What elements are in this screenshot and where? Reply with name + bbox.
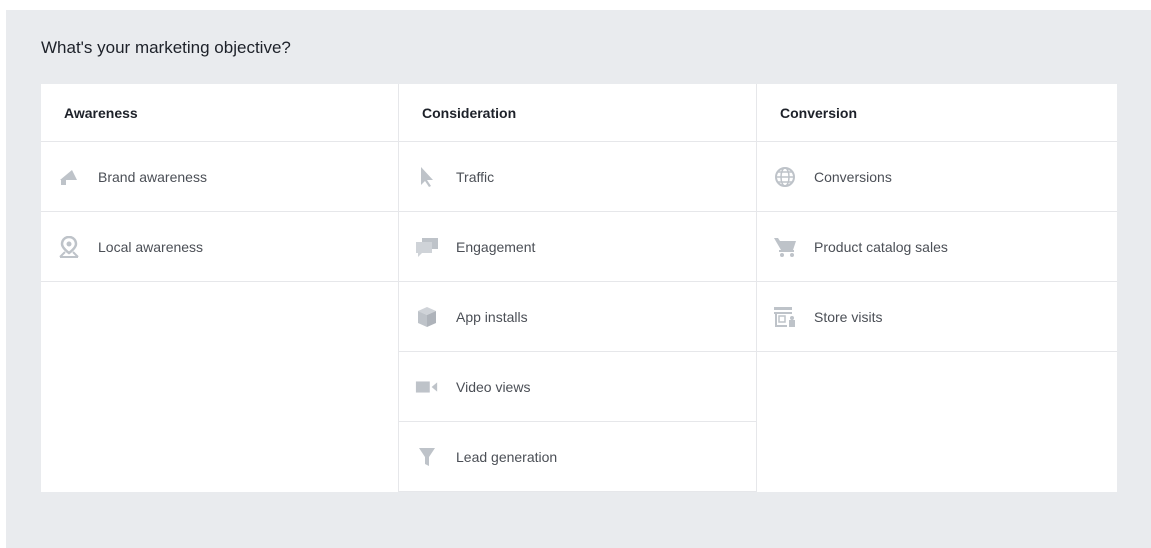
store-icon: [773, 305, 797, 329]
objective-brand-awareness[interactable]: Brand awareness: [41, 142, 398, 212]
objective-lead-generation[interactable]: Lead generation: [399, 422, 756, 492]
awareness-heading: Awareness: [41, 84, 398, 142]
objective-panel: What's your marketing objective? Awarene…: [6, 10, 1151, 548]
globe-icon: [773, 165, 797, 189]
cursor-icon: [415, 165, 439, 189]
objective-label: Engagement: [456, 238, 536, 255]
map-pin-icon: [57, 235, 81, 259]
page-title: What's your marketing objective?: [41, 38, 291, 57]
objective-label: Product catalog sales: [814, 238, 948, 255]
consideration-heading: Consideration: [399, 84, 756, 142]
objective-label: Store visits: [814, 308, 883, 325]
objective-engagement[interactable]: Engagement: [399, 212, 756, 282]
objective-conversions[interactable]: Conversions: [757, 142, 1117, 212]
objective-grid: Awareness Brand awareness Local awarenes…: [41, 84, 1117, 492]
objective-video-views[interactable]: Video views: [399, 352, 756, 422]
objective-local-awareness[interactable]: Local awareness: [41, 212, 398, 282]
objective-label: Brand awareness: [98, 168, 207, 185]
conversion-heading: Conversion: [757, 84, 1117, 142]
objective-traffic[interactable]: Traffic: [399, 142, 756, 212]
conversion-column: Conversion Conversions Product catalog s…: [757, 84, 1117, 492]
objective-label: Traffic: [456, 168, 495, 185]
video-camera-icon: [415, 375, 439, 399]
shopping-cart-icon: [773, 235, 797, 259]
megaphone-icon: [57, 165, 81, 189]
consideration-column: Consideration Traffic Engagement App ins…: [399, 84, 757, 492]
speech-bubbles-icon: [415, 235, 439, 259]
box-icon: [415, 305, 439, 329]
objective-label: Video views: [456, 378, 531, 395]
objective-label: App installs: [456, 308, 528, 325]
objective-label: Lead generation: [456, 448, 558, 465]
objective-app-installs[interactable]: App installs: [399, 282, 756, 352]
objective-product-catalog-sales[interactable]: Product catalog sales: [757, 212, 1117, 282]
objective-store-visits[interactable]: Store visits: [757, 282, 1117, 352]
objective-label: Local awareness: [98, 238, 204, 255]
objective-label: Conversions: [814, 168, 892, 185]
awareness-column: Awareness Brand awareness Local awarenes…: [41, 84, 399, 492]
funnel-icon: [415, 445, 439, 469]
